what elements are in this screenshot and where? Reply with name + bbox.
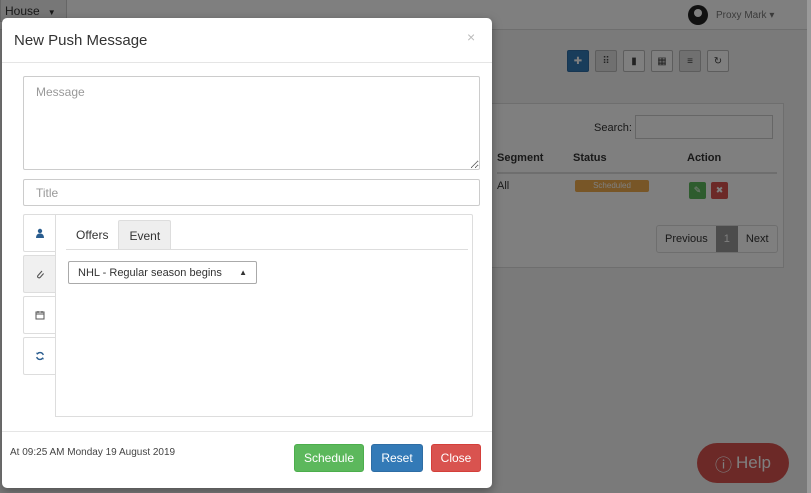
side-tab-attachment[interactable] bbox=[23, 255, 55, 293]
event-select[interactable]: NHL - Regular season begins ▲ bbox=[68, 261, 257, 284]
calendar-icon bbox=[35, 311, 44, 320]
side-tab-calendar[interactable] bbox=[23, 296, 55, 334]
tab-event[interactable]: Event bbox=[118, 220, 172, 249]
inner-tabs: Offers Event bbox=[66, 220, 468, 250]
message-textarea[interactable] bbox=[23, 76, 480, 170]
modal-footer: At 09:25 AM Monday 19 August 2019 Schedu… bbox=[2, 431, 492, 488]
side-tab-audience[interactable] bbox=[23, 214, 55, 252]
event-select-value: NHL - Regular season begins bbox=[78, 266, 222, 279]
modal-header: New Push Message × bbox=[2, 18, 492, 63]
new-push-message-modal: New Push Message × Offers Event NHL - Re… bbox=[2, 18, 492, 488]
modal-title: New Push Message bbox=[14, 32, 148, 49]
close-button[interactable]: Close bbox=[431, 444, 481, 472]
scrollbar[interactable] bbox=[807, 0, 811, 493]
timestamp: At 09:25 AM Monday 19 August 2019 bbox=[10, 447, 176, 458]
side-tab-repeat[interactable] bbox=[23, 337, 55, 375]
close-icon[interactable]: × bbox=[467, 29, 475, 45]
refresh-icon bbox=[35, 351, 44, 361]
tab-content-panel: Offers Event NHL - Regular season begins… bbox=[55, 214, 473, 417]
caret-up-icon: ▲ bbox=[239, 268, 247, 277]
schedule-button[interactable]: Schedule bbox=[294, 444, 364, 472]
paperclip-icon bbox=[36, 270, 44, 279]
tab-offers[interactable]: Offers bbox=[66, 220, 118, 249]
user-icon bbox=[35, 228, 44, 238]
side-tabs bbox=[23, 214, 55, 378]
title-input[interactable] bbox=[23, 179, 480, 206]
reset-button[interactable]: Reset bbox=[371, 444, 423, 472]
